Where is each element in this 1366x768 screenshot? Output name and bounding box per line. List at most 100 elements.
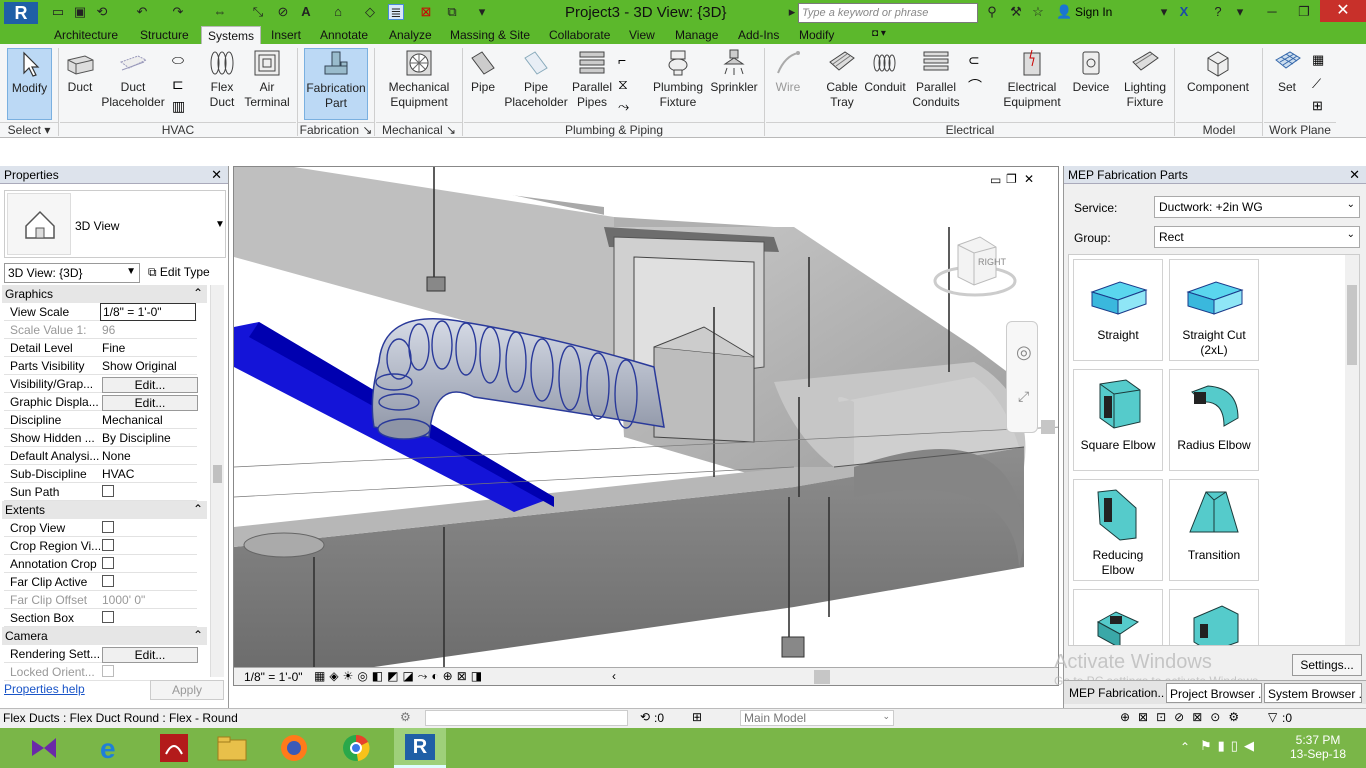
tab-system-browser[interactable]: System Browser ... bbox=[1264, 683, 1362, 703]
redo-icon[interactable]: ↷ bbox=[170, 4, 186, 20]
design-options-icon[interactable]: ⊞ bbox=[692, 710, 702, 724]
edit-type-button[interactable]: ⧉ Edit Type bbox=[146, 263, 224, 283]
tray-icons[interactable]: ⚑▮▯◀ bbox=[1200, 738, 1260, 754]
set-workplane-button[interactable]: Set bbox=[1268, 48, 1306, 95]
pipe-convert-icon[interactable]: ⤳ bbox=[618, 98, 629, 115]
tab-view[interactable]: View bbox=[623, 26, 661, 44]
part-tile[interactable] bbox=[1073, 589, 1163, 645]
mechanical-equipment-button[interactable]: Mechanical Equipment bbox=[380, 48, 458, 110]
group-select[interactable]: Rect ⌄ bbox=[1154, 226, 1360, 248]
modify-button[interactable]: Modify bbox=[7, 48, 52, 120]
editable-icon[interactable]: ⟲ bbox=[640, 710, 650, 724]
convert-duct-icon[interactable]: ⬭ bbox=[172, 52, 184, 69]
type-selector[interactable]: 3D View ▼ bbox=[4, 190, 226, 258]
tab-mep-fabrication[interactable]: MEP Fabrication... bbox=[1066, 683, 1164, 703]
viewport-restore-icon[interactable]: ❐ bbox=[1006, 172, 1017, 186]
group-select[interactable]: Select ▾ bbox=[0, 122, 58, 138]
model-select[interactable]: Main Model ⌄ bbox=[740, 710, 894, 726]
exchange-apps-icon[interactable]: X bbox=[1176, 4, 1192, 20]
duct-accessory-icon[interactable]: ▥ bbox=[172, 98, 185, 115]
cable-tray-fitting-icon[interactable]: ⊂ bbox=[968, 52, 980, 69]
undo-icon[interactable]: ↶ bbox=[134, 4, 150, 20]
acrobat-icon[interactable] bbox=[154, 732, 194, 764]
component-button[interactable]: Component bbox=[1180, 48, 1256, 95]
show-workplane-icon[interactable]: ▦ bbox=[1312, 52, 1324, 68]
save-icon[interactable]: ▣ bbox=[72, 4, 88, 20]
subscription-icon[interactable]: ⚒ bbox=[1008, 4, 1024, 20]
favorites-icon[interactable]: ☆ bbox=[1030, 4, 1046, 20]
tab-analyze[interactable]: Analyze bbox=[383, 26, 438, 44]
vertical-scroll-thumb[interactable] bbox=[1041, 420, 1055, 434]
tab-insert[interactable]: Insert bbox=[265, 26, 307, 44]
duct-placeholder-button[interactable]: Duct Placeholder bbox=[100, 48, 166, 110]
tab-architecture[interactable]: Architecture bbox=[48, 26, 124, 44]
lighting-fixture-button[interactable]: Lighting Fixture bbox=[1120, 48, 1170, 110]
section-box-checkbox[interactable] bbox=[102, 611, 114, 623]
tab-systems[interactable]: Systems bbox=[201, 26, 262, 44]
tab-annotate[interactable]: Annotate bbox=[314, 26, 374, 44]
tab-collaborate[interactable]: Collaborate bbox=[543, 26, 616, 44]
zoom-icon[interactable]: ⤢ bbox=[1018, 388, 1029, 405]
3d-viewport[interactable]: ▭ ❐ ✕ RIGHT ◎ ⤢ 1/8" = 1'-0" ▦◈☀◎◧◩◪⤳◐⊕⊠… bbox=[233, 166, 1059, 686]
revit-logo-icon[interactable]: R bbox=[4, 2, 38, 24]
settings-button[interactable]: Settings... bbox=[1292, 654, 1362, 676]
tab-manage[interactable]: Manage bbox=[669, 26, 724, 44]
switch-windows-icon[interactable]: ⧉ bbox=[444, 4, 460, 20]
firefox-icon[interactable] bbox=[274, 732, 314, 764]
air-terminal-button[interactable]: Air Terminal bbox=[244, 48, 290, 110]
instance-selector[interactable]: 3D View: {3D} ▼ bbox=[4, 263, 140, 283]
prop-row[interactable]: Detail Level Fine bbox=[4, 339, 197, 357]
filter-icon[interactable]: ▽ bbox=[1268, 710, 1277, 724]
conduit-fitting-icon[interactable]: ⌒ bbox=[968, 76, 982, 96]
electrical-equipment-button[interactable]: Electrical Equipment bbox=[1000, 48, 1064, 110]
tray-chevron-icon[interactable]: ⌃ bbox=[1180, 740, 1190, 754]
search-input[interactable]: Type a keyword or phrase bbox=[798, 3, 978, 23]
sync-icon[interactable]: ⟲ bbox=[94, 4, 110, 20]
workset-select[interactable] bbox=[425, 710, 628, 726]
qat-dropdown-icon[interactable]: ▾ bbox=[474, 4, 490, 20]
section-extents[interactable]: Extents ⌃ bbox=[2, 501, 207, 519]
part-tile[interactable] bbox=[1169, 589, 1259, 645]
edit-button[interactable]: Edit... bbox=[102, 377, 198, 393]
ref-plane-icon[interactable]: ⟋ bbox=[1312, 76, 1321, 92]
prop-row[interactable]: Show Hidden ... By Discipline bbox=[4, 429, 197, 447]
internet-explorer-icon[interactable]: e bbox=[90, 732, 130, 764]
service-select[interactable]: Ductwork: +2in WG ⌄ bbox=[1154, 196, 1360, 218]
pipe-fitting-icon[interactable]: ⌐ bbox=[618, 52, 626, 68]
section-graphics[interactable]: Graphics ⌃ bbox=[2, 285, 207, 303]
tab-structure[interactable]: Structure bbox=[134, 26, 195, 44]
close-icon[interactable]: ✕ bbox=[211, 167, 222, 183]
measure-icon[interactable]: ⇔ bbox=[212, 4, 228, 20]
binoculars-icon[interactable]: ⚲ bbox=[984, 4, 1000, 20]
pipe-button[interactable]: Pipe bbox=[466, 48, 500, 95]
minimize-icon[interactable]: ─ bbox=[1264, 4, 1280, 20]
fabrication-part-button[interactable]: Fabrication Part bbox=[304, 48, 368, 120]
help-dropdown-icon[interactable]: ▾ bbox=[1232, 4, 1248, 20]
scroll-thumb[interactable] bbox=[1347, 285, 1357, 365]
revit-taskbar-button[interactable]: R bbox=[394, 728, 446, 768]
ribbon-minimize-icon[interactable]: ◘ ▾ bbox=[866, 26, 892, 44]
pipe-placeholder-button[interactable]: Pipe Placeholder bbox=[503, 48, 569, 110]
cable-tray-button[interactable]: Cable Tray bbox=[822, 48, 862, 110]
parallel-pipes-button[interactable]: Parallel Pipes bbox=[572, 48, 612, 110]
file-explorer-icon[interactable] bbox=[212, 732, 252, 764]
pipe-accessory-icon[interactable]: ⧖ bbox=[618, 76, 628, 93]
viewport-close-icon[interactable]: ✕ bbox=[1024, 172, 1034, 186]
tab-modify[interactable]: Modify bbox=[793, 26, 840, 44]
properties-scrollbar[interactable] bbox=[210, 285, 224, 677]
sign-in-dropdown-icon[interactable]: ▾ bbox=[1156, 4, 1172, 20]
scroll-thumb[interactable] bbox=[213, 465, 222, 483]
wire-button[interactable]: Wire bbox=[770, 48, 806, 95]
tab-add-ins[interactable]: Add-Ins bbox=[732, 26, 785, 44]
edit-button[interactable]: Edit... bbox=[102, 395, 198, 411]
parts-scrollbar[interactable] bbox=[1345, 255, 1359, 645]
duct-fitting-icon[interactable]: ⊏ bbox=[172, 76, 184, 93]
properties-help-link[interactable]: Properties help bbox=[4, 682, 85, 696]
prop-row[interactable]: Default Analysi... None bbox=[4, 447, 197, 465]
steering-wheel-icon[interactable]: ◎ bbox=[1016, 342, 1032, 363]
visual-studio-icon[interactable] bbox=[24, 732, 64, 764]
close-window-icon[interactable]: ✕ bbox=[1320, 0, 1366, 22]
prop-row[interactable]: Discipline Mechanical bbox=[4, 411, 197, 429]
tab-massing-site[interactable]: Massing & Site bbox=[444, 26, 536, 44]
open-icon[interactable]: ▭ bbox=[50, 4, 66, 20]
